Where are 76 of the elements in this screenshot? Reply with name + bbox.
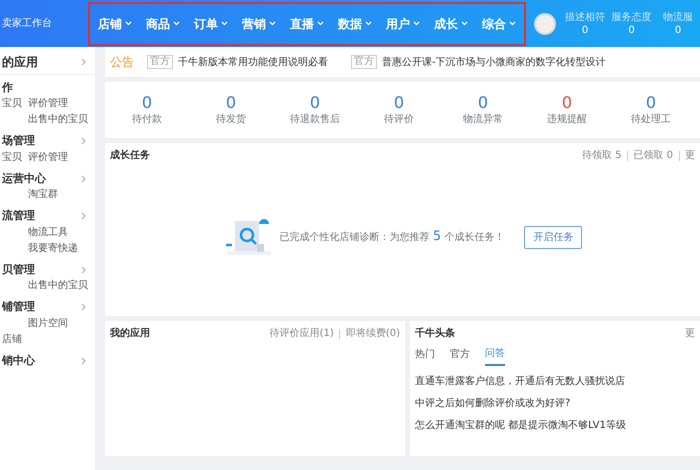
metric-label: 服务态度: [610, 10, 652, 24]
caret-icon: [365, 21, 372, 26]
metric-value: 0: [580, 24, 590, 36]
caret-icon: [413, 21, 420, 26]
card-title: 千牛头条: [415, 326, 455, 341]
caret-icon: [221, 21, 228, 26]
stat-count[interactable]: 0: [441, 92, 525, 112]
caret-icon: [125, 21, 132, 26]
sidebar-link[interactable]: 出售中的宝贝: [28, 112, 91, 128]
app-title: 卖家工作台: [1, 16, 53, 31]
source-tag: 官方: [147, 55, 173, 69]
nav-menu-item[interactable]: 店铺: [98, 14, 132, 32]
sidebar-link[interactable]: 宝贝: [2, 96, 28, 112]
news-tab[interactable]: 官方: [450, 346, 470, 366]
stat-count[interactable]: 0: [357, 92, 441, 112]
caret-icon: [509, 21, 516, 26]
notice-link[interactable]: 普惠公开课-下沉市场与小微商家的数字化转型设计: [382, 54, 606, 70]
more-link[interactable]: 更: [685, 326, 695, 341]
source-tag: 官方: [351, 55, 377, 69]
caret-icon: [173, 21, 180, 26]
stat-count[interactable]: 0: [105, 92, 189, 112]
sidebar-link[interactable]: 评价管理: [28, 96, 91, 112]
header-link[interactable]: 更: [685, 148, 695, 163]
news-tab[interactable]: 问答: [485, 346, 505, 366]
header-link[interactable]: 待评价应用(1): [270, 326, 334, 341]
sidebar-heading[interactable]: 贝管理: [2, 262, 35, 278]
nav-menu-item[interactable]: 订单: [194, 14, 228, 32]
header-link[interactable]: 已领取 0: [633, 148, 673, 163]
nav-menu-item[interactable]: 营销: [242, 14, 276, 32]
stat-label: 待处理工: [630, 112, 672, 128]
stat-label: 待评价: [383, 112, 415, 128]
stat-count[interactable]: 0: [273, 92, 357, 112]
sidebar-link[interactable]: 淘宝群: [28, 187, 91, 203]
sidebar-heading[interactable]: 运营中心: [2, 170, 46, 187]
news-link[interactable]: 怎么开通淘宝群的呢 都是提示微淘不够LV1等级: [415, 415, 695, 437]
stat-count[interactable]: 0: [189, 92, 273, 112]
sidebar-heading[interactable]: 铺管理: [2, 299, 35, 316]
sidebar-link[interactable]: 图片空间: [28, 316, 91, 332]
sidebar-heading[interactable]: 销中心: [2, 352, 35, 369]
sidebar-link[interactable]: 物流工具: [28, 224, 91, 240]
caret-icon: [461, 21, 468, 26]
nav-menu-item[interactable]: 商品: [146, 14, 180, 32]
notice-link[interactable]: 千牛新版本常用功能使用说明必看: [178, 54, 328, 70]
stat-label: 违规提醒: [546, 112, 588, 128]
sidebar-heading[interactable]: 流管理: [2, 208, 35, 224]
sidebar-link[interactable]: 评价管理: [28, 150, 91, 166]
stat-label: 待退款售后: [289, 112, 341, 128]
metric-value: 0: [674, 24, 682, 36]
news-link[interactable]: 直通车泄露客户信息，开通后有无数人骚扰说店: [415, 371, 695, 393]
sidebar-link[interactable]: 我要寄快递: [28, 240, 91, 256]
stat-label: 物流异常: [462, 112, 504, 128]
sidebar-heading[interactable]: 的应用: [2, 53, 38, 71]
start-task-button[interactable]: 开启任务: [524, 226, 582, 248]
sidebar-link[interactable]: 宝贝: [2, 150, 28, 166]
metric-value: 0: [627, 24, 636, 36]
stat-count[interactable]: 0: [609, 92, 693, 112]
card-title: 成长任务: [110, 148, 150, 163]
header-link[interactable]: 待领取 5: [582, 148, 622, 163]
card-title: 我的应用: [110, 326, 150, 341]
stat-label: 待付款: [131, 112, 163, 128]
news-tab[interactable]: 热门: [415, 346, 435, 366]
caret-icon: [269, 21, 276, 26]
header-link[interactable]: 即将续费(0): [346, 326, 400, 341]
metric-label: 描述相符: [564, 10, 606, 24]
sidebar-heading[interactable]: 作: [2, 80, 13, 96]
sidebar-heading[interactable]: 场管理: [2, 133, 35, 150]
notice-label: 公告: [110, 54, 134, 71]
news-link[interactable]: 中评之后如何删除评价或改为好评?: [415, 393, 695, 415]
caret-icon: [317, 21, 324, 26]
sidebar-link[interactable]: 出售中的宝贝: [28, 278, 91, 294]
stat-count[interactable]: 0: [525, 92, 609, 112]
diagnosis-message: 已完成个性化店铺诊断：为您推荐 5 个成长任务！: [280, 228, 504, 246]
metric-label: 物流服: [662, 10, 694, 24]
avatar-icon[interactable]: [534, 12, 556, 34]
stat-label: 待发货: [215, 112, 247, 128]
sidebar-link[interactable]: 店铺: [2, 332, 28, 348]
